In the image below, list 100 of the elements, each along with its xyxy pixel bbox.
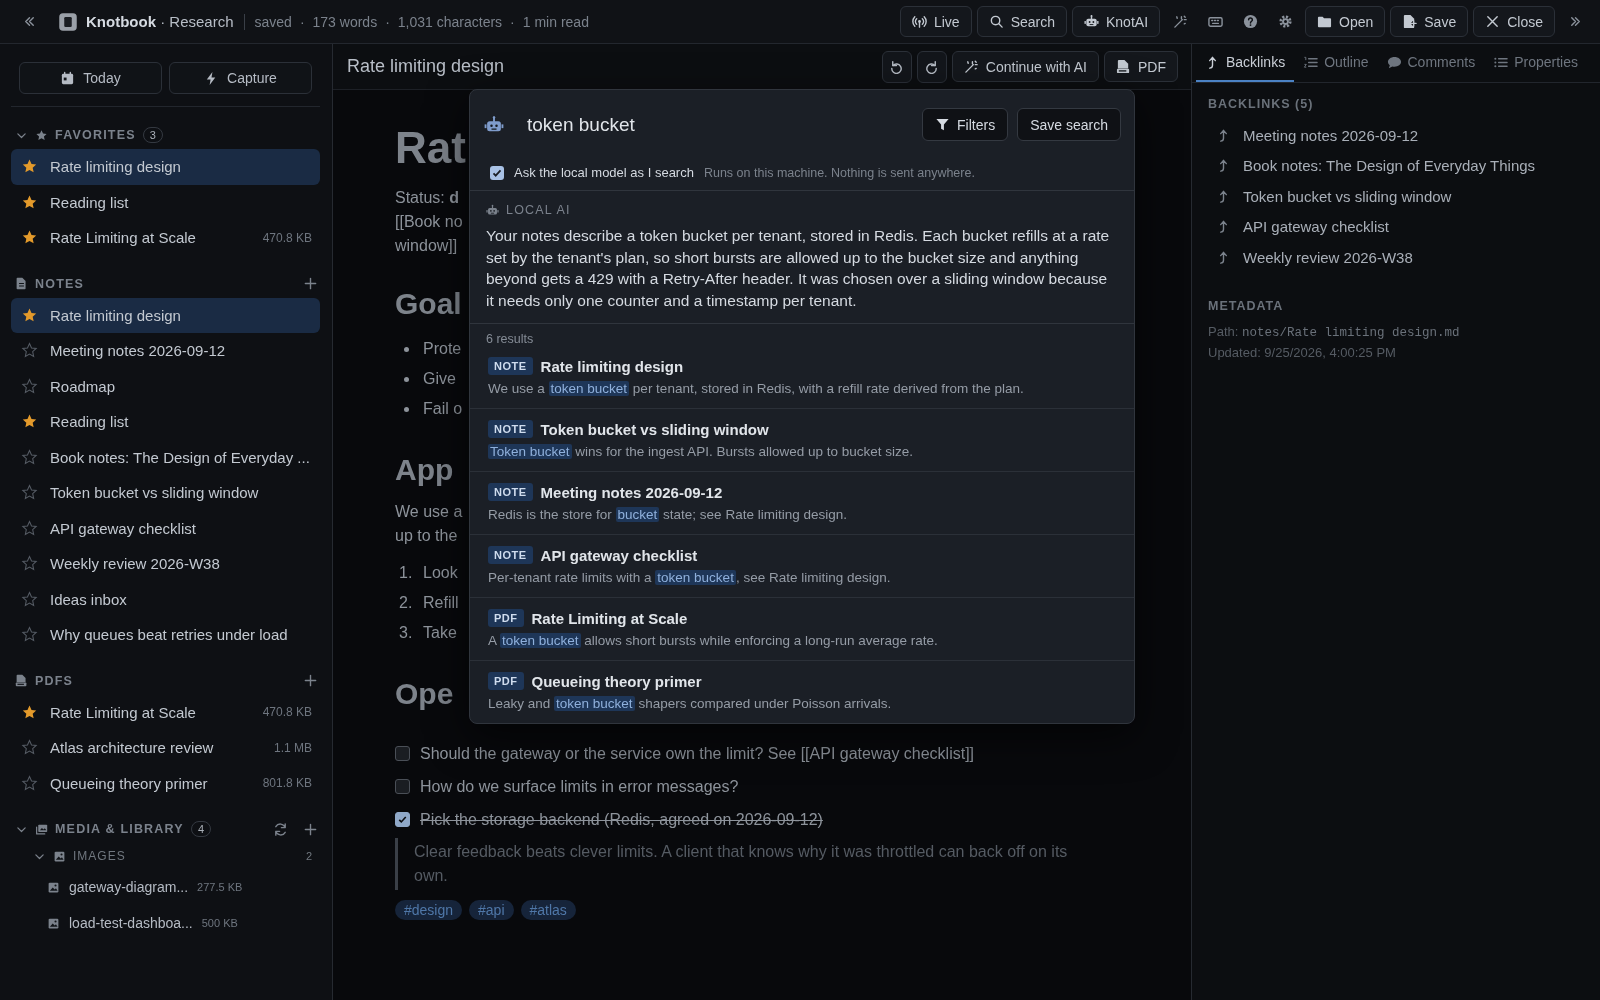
backlink-item[interactable]: Meeting notes 2026-09-12 xyxy=(1208,120,1584,151)
plus-icon xyxy=(303,821,318,837)
sidebar-item[interactable]: Queueing theory primer 801.8 KB xyxy=(11,765,320,801)
task-checkbox[interactable] xyxy=(395,779,410,794)
save-button[interactable]: Save xyxy=(1390,6,1469,37)
folder-button[interactable]: Open xyxy=(1305,6,1386,37)
document-status: 173 words xyxy=(312,13,378,30)
star-icon[interactable] xyxy=(21,484,38,502)
list-item: Give xyxy=(423,370,456,388)
backlink-item[interactable]: Weekly review 2026-W38 xyxy=(1208,242,1584,273)
section-heading: Ope xyxy=(395,676,454,712)
filters-button[interactable]: Filters xyxy=(922,108,1009,141)
search-result[interactable]: NOTE Meeting notes 2026-09-12 Redis is the store for bucket state; see Rate limiting design. xyxy=(470,472,1134,535)
redo-button[interactable] xyxy=(916,50,947,83)
file-size: 500 KB xyxy=(201,917,238,929)
star-icon[interactable] xyxy=(21,774,38,792)
robot-button[interactable]: KnotAI xyxy=(1072,6,1161,37)
broadcast-button[interactable]: Live xyxy=(899,6,972,37)
keyboard-icon xyxy=(1207,14,1223,29)
task-checkbox[interactable] xyxy=(395,746,410,761)
backlink-item[interactable]: API gateway checklist xyxy=(1208,211,1584,242)
search-result[interactable]: NOTE Rate limiting design We use a token bucket per tenant, stored in Redis, with a refill rate derived from the plan. xyxy=(470,346,1134,409)
sidebar-item[interactable]: Rate limiting design xyxy=(11,297,320,333)
list-item: Fail o xyxy=(423,400,463,418)
item-label: Token bucket vs sliding window xyxy=(50,484,260,502)
plus-icon xyxy=(303,276,318,291)
ai-answer: Your notes describe a token bucket per tenant, stored in Redis. Each bucket refills at a rate set by the tenant's plan, so short bursts are allowed up to the bucket size and anything beyond gets a 429 with a Retry-After header. It was chosen over a sliding window because it needs only one counter and a timestamp per tenant. xyxy=(486,226,1111,311)
image-icon xyxy=(53,849,66,863)
sidebar-item[interactable]: Book notes: The Design of Everyday ... xyxy=(11,439,320,475)
star-icon[interactable] xyxy=(21,306,38,324)
undo-button[interactable] xyxy=(881,50,912,83)
sidebar-item[interactable]: Rate Limiting at Scale 470.8 KB xyxy=(11,694,320,730)
plus-icon xyxy=(303,673,318,688)
file-path: Path: notes/Rate limiting design.md xyxy=(1208,322,1461,342)
broadcast-icon xyxy=(911,14,927,29)
media-item[interactable]: gateway-diagram... 277.5 KB xyxy=(11,869,320,905)
continue-with-ai-button[interactable]: Continue with AI xyxy=(951,51,1099,82)
star-icon[interactable] xyxy=(21,703,38,721)
task-checkbox[interactable] xyxy=(395,812,410,827)
search-result[interactable]: NOTE API gateway checklist Per-tenant rate limits with a token bucket, see Rate limiting design. xyxy=(470,535,1134,598)
image-icon xyxy=(47,916,60,930)
search-field[interactable]: token bucket xyxy=(527,113,914,136)
sidebar-item[interactable]: Reading list xyxy=(11,404,320,440)
star-icon[interactable] xyxy=(21,590,38,608)
star-icon[interactable] xyxy=(21,626,38,644)
sidebar-item[interactable]: Atlas architecture review 1.1 MB xyxy=(11,730,320,766)
backlink-item[interactable]: Token bucket vs sliding window xyxy=(1208,181,1584,212)
item-label: Weekly review 2026-W38 xyxy=(50,555,221,573)
star-icon[interactable] xyxy=(21,193,38,211)
search-result[interactable]: NOTE Token bucket vs sliding window Token bucket wins for the ingest API. Bursts allowed up to bucket size. xyxy=(470,409,1134,472)
sidebar-item[interactable]: Why queues beat retries under load xyxy=(11,617,320,653)
media-item[interactable]: load-test-dashboa... 500 KB xyxy=(11,905,320,941)
star-icon[interactable] xyxy=(21,555,38,573)
type-badge: PDF xyxy=(488,672,524,690)
sidebar-item[interactable]: API gateway checklist xyxy=(11,510,320,546)
result-snippet: We use a token bucket per tenant, stored in Redis, with a refill rate derived from the plan. xyxy=(488,381,1025,396)
list-number: 2. xyxy=(398,594,414,612)
item-label: Rate limiting design xyxy=(50,158,182,176)
document-status: 1,031 characters xyxy=(397,13,503,30)
sidebar-item[interactable]: Roadmap xyxy=(11,368,320,404)
result-title: Queueing theory primer xyxy=(531,672,702,690)
checkbox[interactable] xyxy=(490,165,504,180)
pdf-button[interactable]: PDF xyxy=(1104,51,1178,82)
star-icon[interactable] xyxy=(21,448,38,466)
star-icon[interactable] xyxy=(21,519,38,537)
panel-tab[interactable]: Outline xyxy=(1294,44,1378,82)
sidebar-item[interactable]: Token bucket vs sliding window xyxy=(11,475,320,511)
backlink-item[interactable]: Book notes: The Design of Everyday Things xyxy=(1208,150,1584,181)
sidebar-item[interactable]: Meeting notes 2026-09-12 xyxy=(11,333,320,369)
panel-tab[interactable]: Backlinks xyxy=(1196,44,1295,82)
item-label: Book notes: The Design of Everyday ... xyxy=(50,448,311,466)
search-result[interactable]: PDF Queueing theory primer Leaky and token bucket shapers compared under Poisson arrivals. xyxy=(470,661,1134,723)
close-button[interactable]: Close xyxy=(1473,6,1555,37)
sidebar-item[interactable]: Rate Limiting at Scale 470.8 KB xyxy=(11,220,320,256)
section-label: LOCAL AI xyxy=(506,203,571,217)
star-icon[interactable] xyxy=(21,739,38,757)
section-title: METADATA xyxy=(1208,298,1285,313)
section-title: BACKLINKS (5) xyxy=(1208,97,1315,111)
star-icon[interactable] xyxy=(21,377,38,395)
section-title: NOTES xyxy=(35,276,85,291)
folder-icon xyxy=(1317,14,1333,29)
type-badge: NOTE xyxy=(488,420,533,438)
item-label: Ideas inbox xyxy=(50,590,128,608)
list-number: 1. xyxy=(398,564,414,582)
save-search-button[interactable]: Save search xyxy=(1017,108,1121,141)
image-icon xyxy=(47,880,60,894)
sidebar-item[interactable]: Ideas inbox xyxy=(11,581,320,617)
sidebar-item[interactable]: Weekly review 2026-W38 xyxy=(11,546,320,582)
capture-button[interactable]: Capture xyxy=(169,62,312,94)
blockquote: Clear feedback beats clever limits. A client that knows why it was throttled can back off on its own. xyxy=(395,838,1110,890)
sidebar-item[interactable]: Reading list xyxy=(11,184,320,220)
star-icon[interactable] xyxy=(21,342,38,360)
paragraph-text: We use a xyxy=(395,502,463,522)
panel-tab[interactable]: Comments xyxy=(1377,44,1485,82)
today-button[interactable]: Today xyxy=(19,62,162,94)
task-text: How do we surface limits in error messages? xyxy=(420,777,739,796)
search-button[interactable]: Search xyxy=(976,6,1067,37)
search-result[interactable]: PDF Rate Limiting at Scale A token bucket allows short bursts while enforcing a long-run average rate. xyxy=(470,598,1134,661)
panel-tab[interactable]: Properties xyxy=(1484,44,1587,82)
sidebar-item[interactable]: Rate limiting design xyxy=(11,149,320,185)
